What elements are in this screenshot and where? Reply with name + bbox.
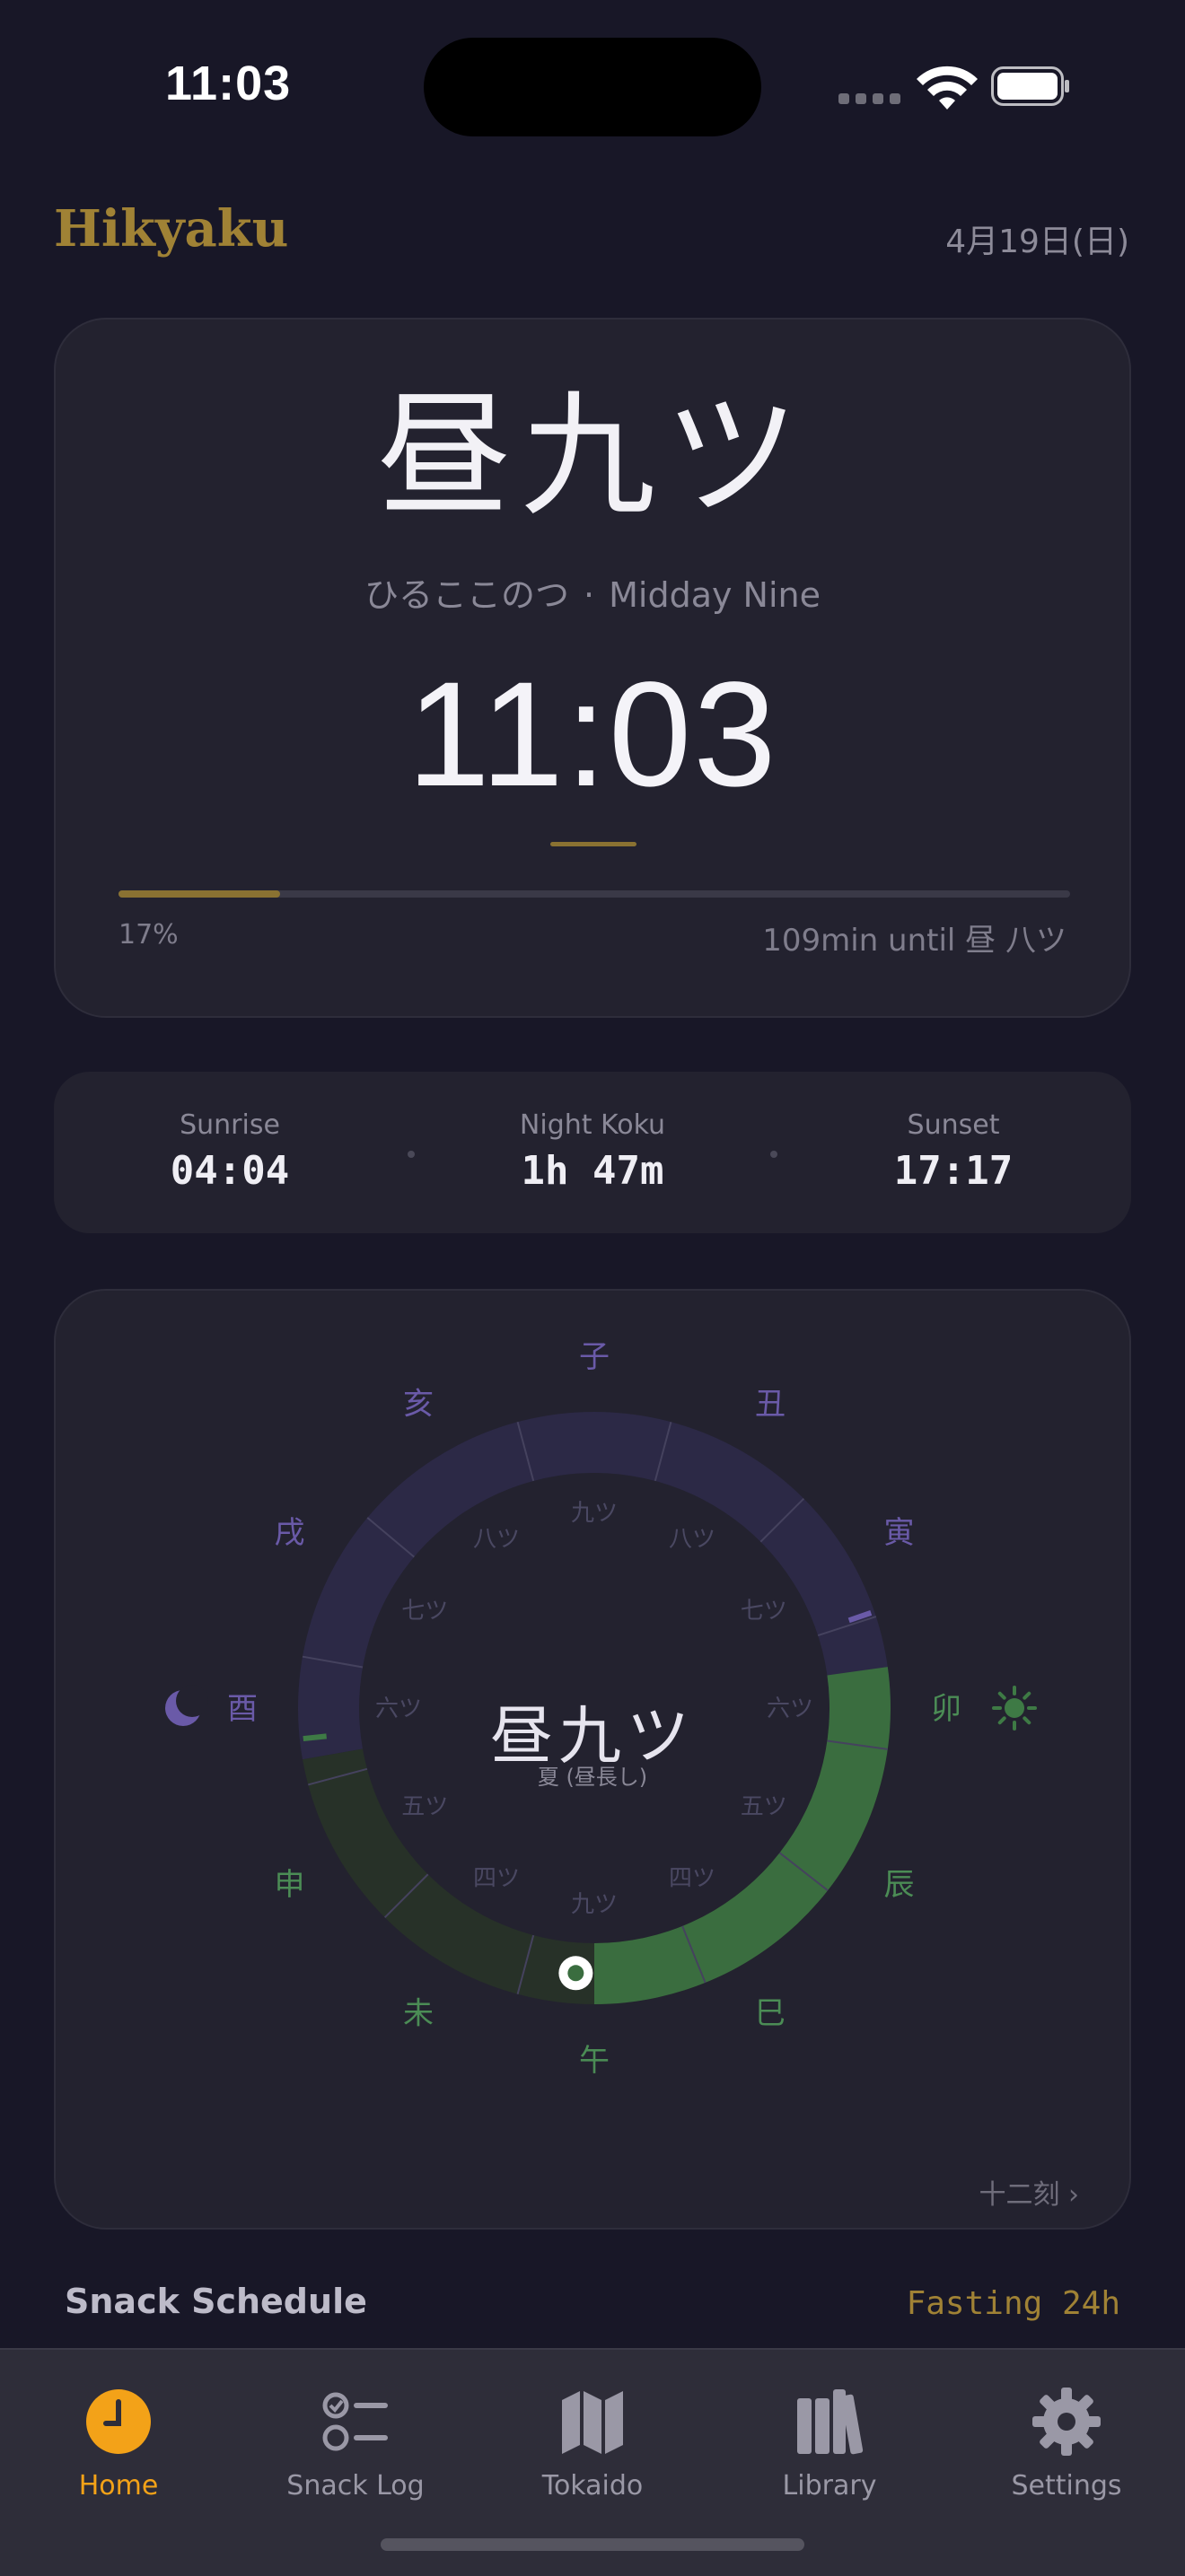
koku-english-name: Midday Nine [609,575,821,615]
koku-kanji-title: 昼九ツ [376,379,808,535]
tab-tokaido[interactable]: Tokaido [474,2368,711,2502]
koku-inner-label: 七ツ [741,1598,787,1625]
zodiac-label: 戌 [275,1515,305,1551]
sunrise-block: Sunrise 04:04 [95,1109,364,1194]
tab-home[interactable]: Home [0,2368,237,2502]
zodiac-label: 辰 [883,1867,914,1903]
wheel-center-subtitle: 夏 (昼長し) [537,1765,648,1790]
koku-wheel-card[interactable]: 子丑寅卯辰巳午未申酉戌亥九ツ 八ツ 七ツ 六ツ 五ツ 四ツ 九ツ 四ツ 五ツ 六ツ 七ツ 八ツ 昼九ツ… [54,1289,1131,2230]
koku-inner-label: 八ツ [669,1526,715,1553]
fasting-status[interactable]: Fasting 24h [907,2285,1120,2322]
gear-icon [1032,2388,1101,2456]
zodiac-label: 寅 [883,1515,914,1551]
sunrise-value: 04:04 [170,1148,290,1194]
night-koku-block: Night Koku 1h 47m [458,1109,727,1194]
wifi-icon [917,66,978,110]
current-koku-card: 昼九ツ ひるここのつ · Midday Nine 11:03 17% 109min … [54,318,1131,1018]
koku-reading: ひるここのつ · Midday Nine [56,567,1129,617]
night-koku-value: 1h 47m [521,1148,664,1194]
status-time: 11:03 [165,57,292,110]
koku-inner-label: 八ツ [473,1526,520,1553]
sunset-label: Sunset [907,1109,1000,1141]
dynamic-island [424,38,761,136]
snack-schedule-title: Snack Schedule [65,2282,367,2321]
sunrise-label: Sunrise [180,1109,280,1141]
separator-dot [408,1151,415,1158]
zodiac-label: 子 [579,1339,610,1375]
koku-detail-link[interactable]: 十二刻 › [979,2172,1079,2212]
tab-snack-log[interactable]: Snack Log [237,2368,474,2502]
zodiac-label: 丑 [755,1387,786,1423]
koku-progress-fill [118,890,281,898]
home-indicator [381,2538,804,2551]
time-underline [550,842,636,846]
battery-icon [991,66,1069,106]
checklist-icon [322,2392,388,2451]
clock-icon [86,2389,151,2454]
sun-times-card: Sunrise 04:04 Night Koku 1h 47m Sunset 1… [54,1072,1131,1233]
current-time-large: 11:03 [407,652,778,818]
night-koku-label: Night Koku [519,1109,666,1141]
progress-percent: 17% [118,919,179,951]
next-koku-countdown: 109min until 昼 八ツ [762,923,1066,959]
app-brand: Hikyaku [54,199,289,258]
koku-inner-label: 五ツ [401,1793,448,1820]
tab-label: Home [78,2470,159,2502]
cellular-signal-icon [838,93,901,104]
koku-progress-bar [118,890,1070,898]
zodiac-label: 亥 [403,1387,434,1423]
koku-inner-label: 七ツ [401,1598,448,1625]
tab-label: Tokaido [541,2470,644,2502]
zodiac-label: 未 [403,1995,434,2031]
header-date: 4月19日(日) [945,223,1129,260]
zodiac-label: 巳 [755,1995,786,2031]
sunset-block: Sunset 17:17 [819,1109,1088,1194]
tab-label: Snack Log [286,2470,425,2502]
current-position-dot [567,1965,584,1982]
tab-settings[interactable]: Settings [948,2368,1185,2502]
zodiac-label: 午 [579,2043,610,2079]
tab-label: Library [782,2470,877,2502]
koku-inner-label: 九ツ [571,1891,618,1918]
zodiac-label: 申 [275,1867,305,1903]
koku-inner-label: 四ツ [669,1865,715,1892]
tab-label: Settings [1011,2470,1122,2502]
reading-separator: · [584,575,595,615]
koku-reading-kana: ひるここのつ [364,575,570,615]
koku-inner-label: 四ツ [473,1865,520,1892]
tab-library[interactable]: Library [711,2368,948,2502]
koku-inner-label: 五ツ [741,1793,787,1820]
map-icon [562,2391,623,2454]
sunset-value: 17:17 [893,1148,1014,1194]
books-icon [797,2389,864,2455]
separator-dot [770,1151,777,1158]
koku-inner-label: 九ツ [571,1500,618,1527]
